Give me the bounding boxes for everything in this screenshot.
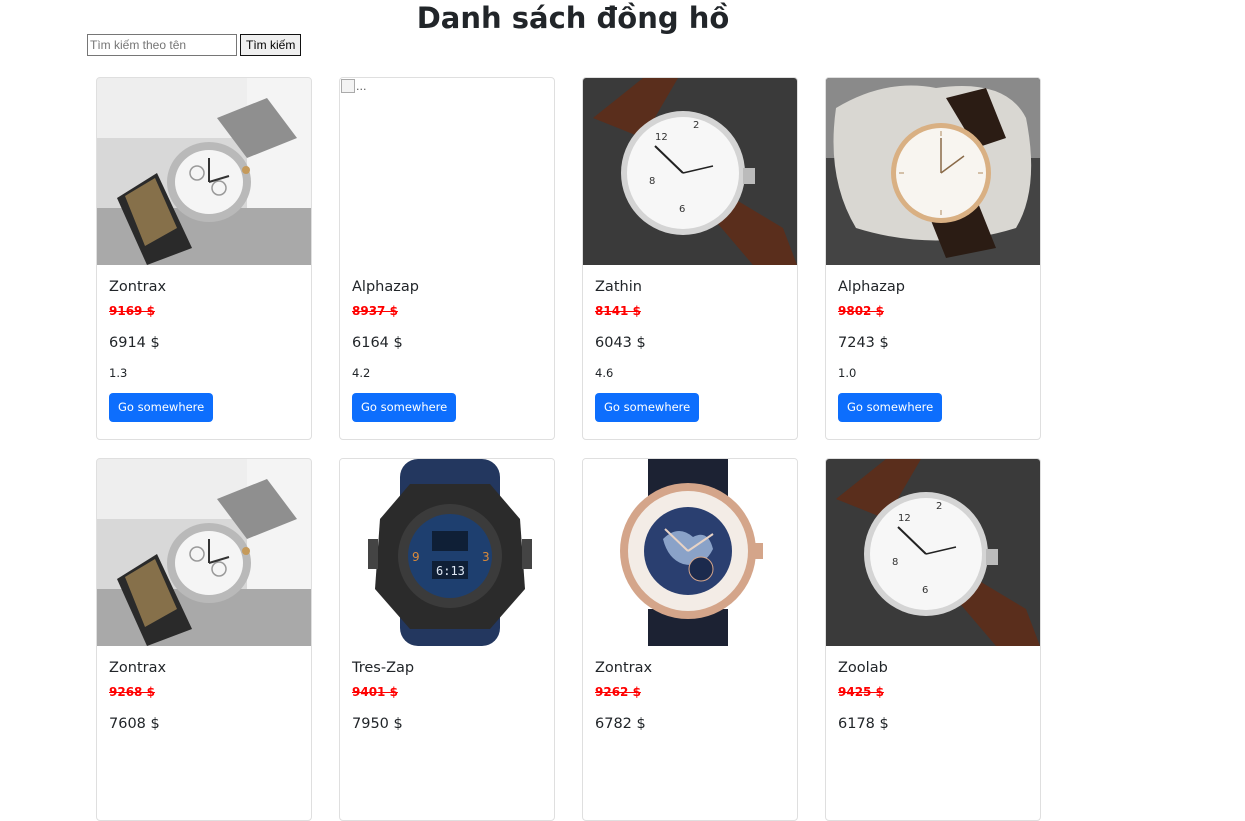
product-price: 7608 $ — [109, 716, 160, 732]
product-name: Alphazap — [838, 279, 905, 295]
go-somewhere-button[interactable]: Go somewhere — [838, 393, 943, 422]
product-card: Alphazap 9802 $ 7243 $ 1.0 Go somewhere — [825, 77, 1041, 440]
product-rating: 4.2 — [352, 366, 371, 380]
product-card: Zontrax 9169 $ 6914 $ 1.3 Go somewhere — [96, 77, 312, 440]
product-old-price: 9802 $ — [838, 304, 884, 318]
product-image: 12 2 8 6 — [826, 459, 1040, 646]
svg-text:2: 2 — [693, 120, 699, 131]
svg-text:12: 12 — [898, 513, 911, 524]
svg-text:6: 6 — [922, 585, 928, 596]
product-old-price: 9425 $ — [838, 685, 884, 699]
svg-text:9: 9 — [412, 550, 420, 564]
product-rating: 1.0 — [838, 366, 857, 380]
product-grid: Zontrax 9169 $ 6914 $ 1.3 Go somewhere .… — [96, 77, 1041, 821]
product-old-price: 9262 $ — [595, 685, 641, 699]
product-rating: 4.6 — [595, 366, 614, 380]
go-somewhere-button[interactable]: Go somewhere — [352, 393, 457, 422]
svg-text:8: 8 — [892, 557, 898, 568]
search-bar: Tìm kiếm — [87, 34, 302, 56]
product-old-price: 9401 $ — [352, 685, 398, 699]
svg-text:3: 3 — [482, 550, 490, 564]
product-name: Zathin — [595, 279, 642, 295]
product-image — [97, 78, 311, 265]
product-image — [826, 78, 1040, 265]
product-card: ... Alphazap 8937 $ 6164 $ 4.2 Go somewh… — [339, 77, 555, 440]
product-price: 6178 $ — [838, 716, 889, 732]
product-image: ... — [340, 78, 554, 265]
product-image — [583, 459, 797, 646]
product-price: 6043 $ — [595, 335, 646, 351]
product-rating: 1.3 — [109, 366, 128, 380]
go-somewhere-button[interactable]: Go somewhere — [109, 393, 214, 422]
product-name: Zontrax — [595, 660, 653, 676]
product-name: Zontrax — [109, 279, 167, 295]
svg-text:2: 2 — [936, 501, 942, 512]
product-image: 6:13 9 3 — [340, 459, 554, 646]
product-image: 12 2 8 6 — [583, 78, 797, 265]
product-card: 12 2 8 6 Zoolab 9425 $ 6178 $ — [825, 458, 1041, 821]
product-price: 7243 $ — [838, 335, 889, 351]
go-somewhere-button[interactable]: Go somewhere — [595, 393, 700, 422]
product-old-price: 8141 $ — [595, 304, 641, 318]
svg-text:6:13: 6:13 — [436, 564, 465, 578]
search-input[interactable] — [87, 34, 237, 56]
product-name: Zoolab — [838, 660, 888, 676]
product-price: 6914 $ — [109, 335, 160, 351]
product-old-price: 8937 $ — [352, 304, 398, 318]
svg-text:6: 6 — [679, 204, 685, 215]
product-name: Zontrax — [109, 660, 167, 676]
broken-image-icon — [341, 79, 355, 93]
product-card: 6:13 9 3 Tres-Zap 9401 $ 7950 $ — [339, 458, 555, 821]
product-old-price: 9169 $ — [109, 304, 155, 318]
svg-text:8: 8 — [649, 176, 655, 187]
product-price: 6164 $ — [352, 335, 403, 351]
image-alt-text: ... — [356, 79, 367, 93]
broken-image: ... — [341, 79, 367, 93]
svg-text:12: 12 — [655, 132, 668, 143]
product-card: 12 2 8 6 Zathin 8141 $ 6043 $ 4.6 Go som… — [582, 77, 798, 440]
product-price: 7950 $ — [352, 716, 403, 732]
product-image — [97, 459, 311, 646]
product-name: Tres-Zap — [352, 660, 415, 676]
product-card: Zontrax 9268 $ 7608 $ — [96, 458, 312, 821]
product-price: 6782 $ — [595, 716, 646, 732]
product-old-price: 9268 $ — [109, 685, 155, 699]
product-card: Zontrax 9262 $ 6782 $ — [582, 458, 798, 821]
search-button[interactable]: Tìm kiếm — [240, 34, 302, 56]
product-name: Alphazap — [352, 279, 419, 295]
page-title: Danh sách đồng hồ — [416, 1, 730, 35]
